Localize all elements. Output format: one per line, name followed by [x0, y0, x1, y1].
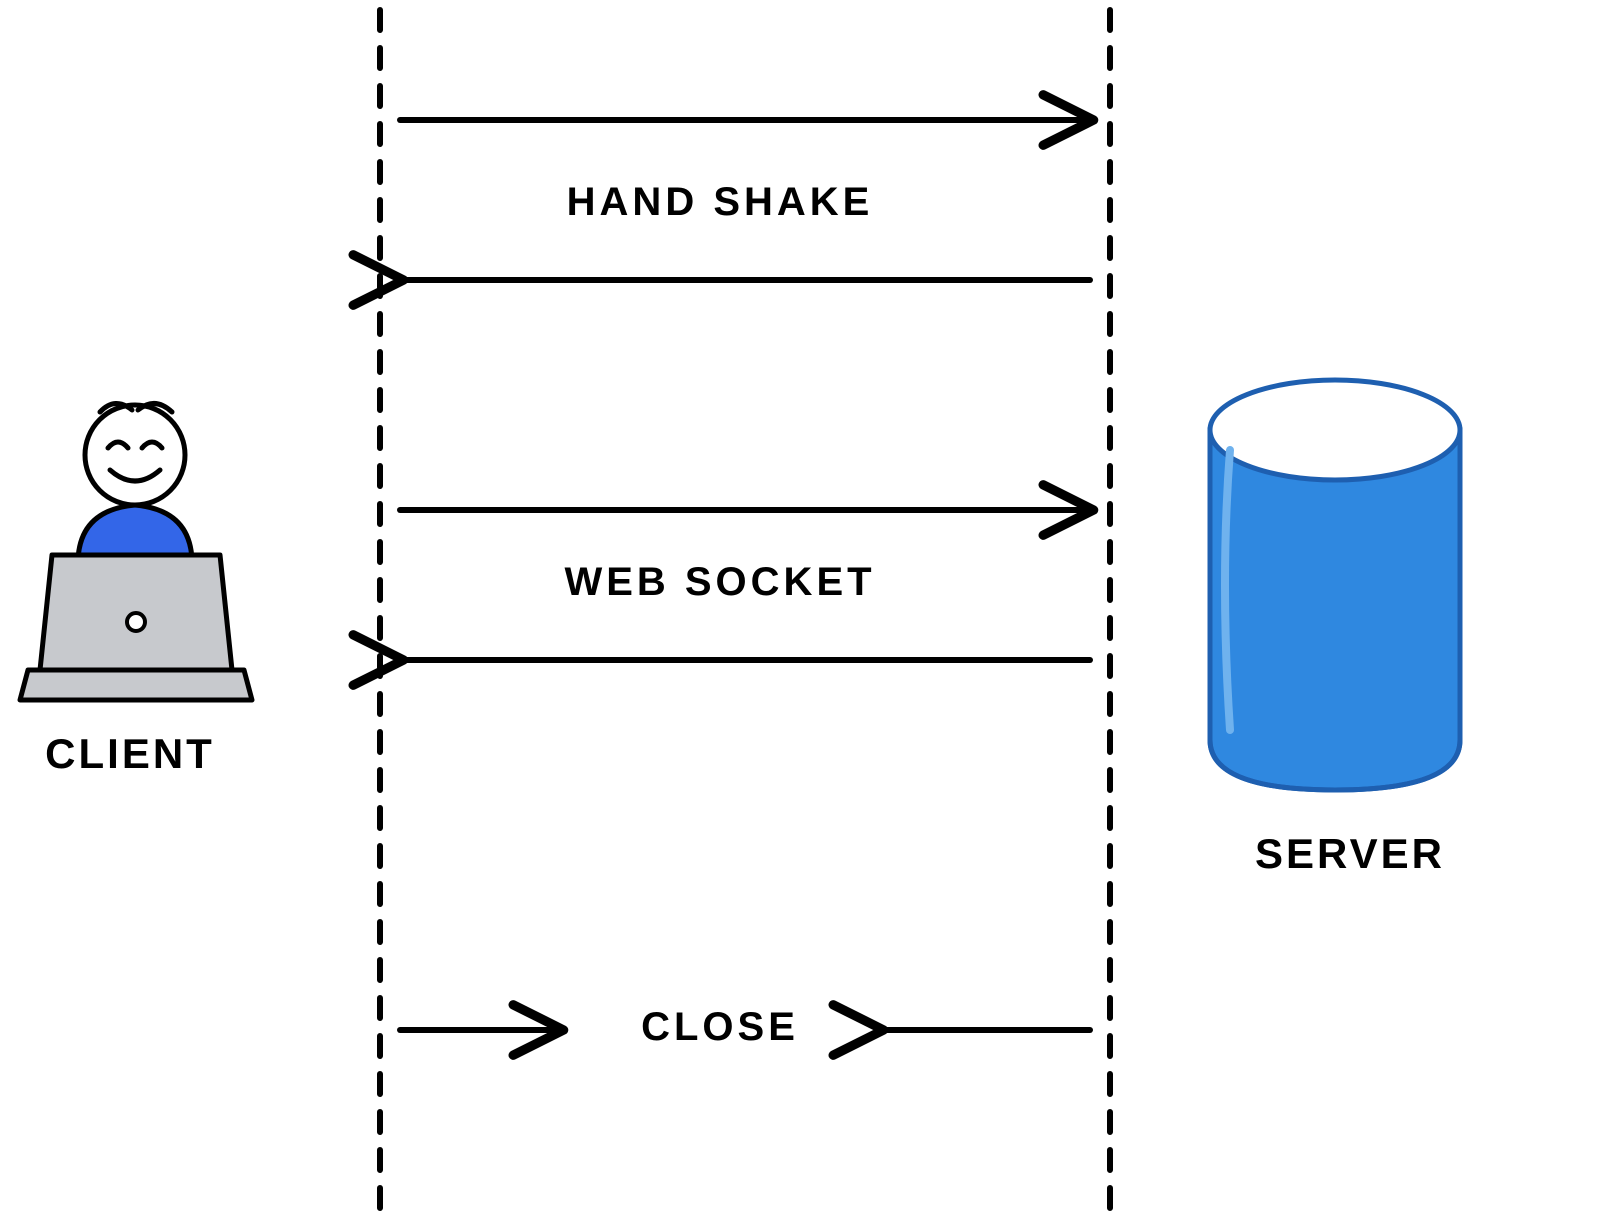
diagram-stage: { "actors": { "client": { "label": "CLIE… [0, 0, 1600, 1224]
websocket-label: WEB SOCKET [430, 560, 1010, 605]
server-icon [1210, 380, 1460, 790]
server-label: SERVER [1220, 830, 1480, 878]
close-label: CLOSE [590, 1005, 850, 1050]
client-label: CLIENT [10, 730, 250, 778]
handshake-label: HAND SHAKE [430, 180, 1010, 225]
client-icon [20, 403, 252, 700]
